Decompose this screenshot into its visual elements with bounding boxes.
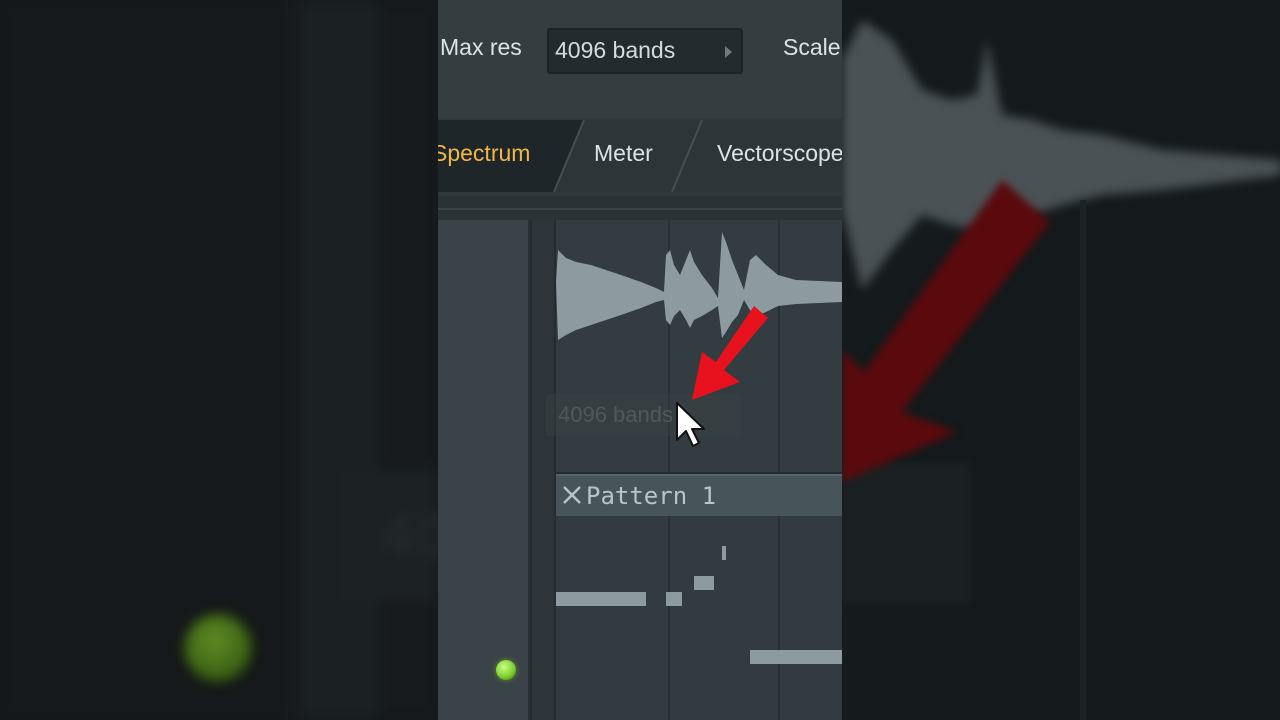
red-arrow-icon [692,306,768,400]
blurred-red-arrow [842,180,1050,482]
knob-icon [184,614,252,682]
blurred-background-left: 40 [0,0,451,720]
fl-studio-window: Max res 4096 bands Scale Spectrum Meter … [438,0,842,720]
mouse-cursor-icon [676,402,705,447]
blurred-background-right [842,0,1280,720]
